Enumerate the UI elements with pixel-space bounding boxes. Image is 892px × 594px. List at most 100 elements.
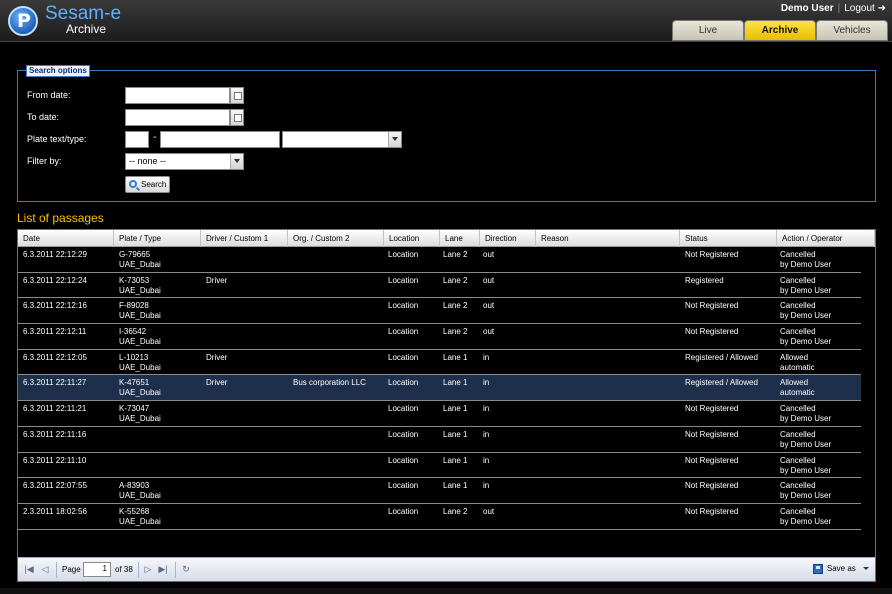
- cell-operator: automatic: [780, 388, 815, 398]
- column-header-lane[interactable]: Lane: [440, 230, 480, 247]
- column-header-plate[interactable]: Plate / Type: [114, 230, 201, 247]
- user-name: Demo User: [780, 3, 834, 14]
- grid-header: Date Plate / Type Driver / Custom 1 Org.…: [18, 230, 875, 247]
- cell-lane: Lane 1: [443, 429, 468, 439]
- filter-select[interactable]: -- none --: [125, 153, 244, 170]
- cell-operator: by Demo User: [780, 516, 832, 526]
- table-row[interactable]: 6.3.2011 22:12:16 F-89028 UAE_Dubai Locatio…: [18, 298, 861, 325]
- from-date-calendar-icon[interactable]: [230, 87, 244, 104]
- cell-lane: Lane 1: [443, 455, 468, 465]
- first-page-icon[interactable]: |◀: [24, 564, 34, 575]
- logout-link[interactable]: Logout: [844, 3, 875, 14]
- logout-icon[interactable]: ➜: [878, 3, 886, 14]
- table-row[interactable]: 6.3.2011 22:12:11 I-36542 UAE_Dubai Locatio…: [18, 324, 861, 350]
- table-row[interactable]: 6.3.2011 22:07:55 A-83903 UAE_Dubai Locatio…: [18, 478, 861, 504]
- cell-location: Location: [388, 506, 419, 516]
- grid-scrollbar[interactable]: [861, 247, 875, 557]
- column-header-reason[interactable]: Reason: [536, 230, 680, 247]
- tab-archive[interactable]: Archive: [744, 20, 816, 41]
- cell-direction: in: [483, 481, 490, 491]
- cell-lane: Lane 1: [443, 404, 468, 414]
- last-page-icon[interactable]: ▶|: [158, 564, 168, 575]
- search-button[interactable]: Search: [125, 176, 170, 193]
- plate-label: Plate text/type:: [27, 134, 87, 144]
- to-date-calendar-icon[interactable]: [230, 109, 244, 126]
- cell-action: Cancelled: [780, 301, 816, 311]
- table-row[interactable]: 6.3.2011 22:11:10 Location Lane 1 in Not Reg…: [18, 453, 861, 479]
- column-header-org[interactable]: Org. / Custom 2: [288, 230, 384, 247]
- to-date-input[interactable]: [125, 109, 230, 126]
- plate-type-select[interactable]: [282, 131, 402, 148]
- column-header-direction[interactable]: Direction: [480, 230, 536, 247]
- cell-plate-type: UAE_Dubai: [119, 260, 161, 269]
- chevron-down-icon[interactable]: [388, 132, 401, 147]
- table-row[interactable]: 6.3.2011 22:11:16 Location Lane 1 in Not Reg…: [18, 427, 861, 453]
- plate-prefix-input[interactable]: [125, 131, 149, 148]
- from-date-label: From date:: [27, 90, 71, 100]
- cell-driver: Driver: [206, 275, 228, 285]
- pager-divider: [175, 562, 176, 578]
- cell-status: Not Registered: [685, 455, 739, 465]
- cell-operator: by Demo User: [780, 414, 832, 424]
- cell-action: Cancelled: [780, 481, 816, 491]
- pager-toolbar: |◀ ◁ Page 1 of 38 ▷ ▶| ↻ Save as: [18, 557, 875, 581]
- refresh-icon[interactable]: ↻: [181, 564, 191, 575]
- next-page-icon[interactable]: ▷: [143, 564, 153, 575]
- cell-date: 6.3.2011 22:12:11: [23, 327, 87, 337]
- column-header-action[interactable]: Action / Operator: [777, 230, 875, 247]
- plate-text-input[interactable]: [160, 131, 280, 148]
- cell-direction: in: [483, 378, 490, 388]
- column-header-location[interactable]: Location: [384, 230, 440, 247]
- cell-lane: Lane 2: [443, 250, 468, 259]
- table-row[interactable]: 6.3.2011 22:11:21 K-73047 UAE_Dubai Locatio…: [18, 401, 861, 427]
- cell-action: Cancelled: [780, 404, 816, 414]
- save-as-button[interactable]: Save as: [812, 564, 869, 574]
- cell-location: Location: [388, 404, 419, 414]
- column-header-driver[interactable]: Driver / Custom 1: [201, 230, 288, 247]
- chevron-down-icon[interactable]: [863, 567, 869, 573]
- cell-plate: K-73053: [119, 275, 150, 285]
- table-row[interactable]: 6.3.2011 22:11:27 K-47651 UAE_Dubai Driver B…: [18, 375, 861, 402]
- cell-direction: in: [483, 429, 490, 439]
- cell-date: 6.3.2011 22:12:29: [23, 250, 87, 259]
- pager-divider: [56, 562, 57, 578]
- cell-status: Not Registered: [685, 327, 739, 337]
- cell-date: 6.3.2011 22:12:05: [23, 352, 87, 362]
- cell-action: Allowed: [780, 378, 809, 388]
- table-row[interactable]: 6.3.2011 22:12:05 L-10213 UAE_Dubai Driver L…: [18, 350, 861, 376]
- table-row[interactable]: 6.3.2011 22:12:24 K-73053 UAE_Dubai Driver L…: [18, 273, 861, 299]
- page-count: of 38: [115, 565, 133, 574]
- cell-action: Allowed: [780, 352, 809, 362]
- cell-location: Location: [388, 378, 419, 388]
- cell-operator: automatic: [780, 362, 815, 372]
- cell-status: Not Registered: [685, 481, 739, 491]
- cell-location: Location: [388, 455, 419, 465]
- cell-lane: Lane 1: [443, 481, 468, 491]
- cell-operator: by Demo User: [780, 465, 832, 475]
- plate-dash: -: [153, 132, 157, 143]
- prev-page-icon[interactable]: ◁: [40, 564, 50, 575]
- column-header-date[interactable]: Date: [18, 230, 114, 247]
- cell-driver: Driver: [206, 378, 228, 388]
- app-header: P Sesam-e Archive Demo User | Logout ➜ Liv…: [0, 0, 892, 42]
- chevron-down-icon[interactable]: [230, 154, 243, 169]
- tab-live[interactable]: Live: [672, 20, 744, 41]
- table-row[interactable]: 6.3.2011 22:12:29 G-79665 UAE_Dubai Locatio…: [18, 247, 861, 273]
- cell-plate-type: UAE_Dubai: [119, 491, 161, 501]
- cell-status: Not Registered: [685, 404, 739, 414]
- from-date-input[interactable]: [125, 87, 230, 104]
- table-row[interactable]: 2.3.2011 18:02:56 K-55268 UAE_Dubai Locatio…: [18, 504, 861, 530]
- list-title: List of passages: [17, 211, 104, 225]
- page-number-input[interactable]: 1: [83, 562, 111, 577]
- pager-divider: [138, 562, 139, 578]
- search-icon: [129, 180, 137, 188]
- cell-operator: by Demo User: [780, 260, 832, 269]
- cell-direction: out: [483, 301, 495, 311]
- column-header-status[interactable]: Status: [680, 230, 777, 247]
- cell-status: Not Registered: [685, 429, 739, 439]
- tab-vehicles[interactable]: Vehicles: [816, 20, 888, 41]
- cell-lane: Lane 2: [443, 301, 468, 311]
- cell-plate: I-36542: [119, 327, 147, 337]
- cell-date: 2.3.2011 18:02:56: [23, 506, 87, 516]
- cell-operator: by Demo User: [780, 439, 832, 449]
